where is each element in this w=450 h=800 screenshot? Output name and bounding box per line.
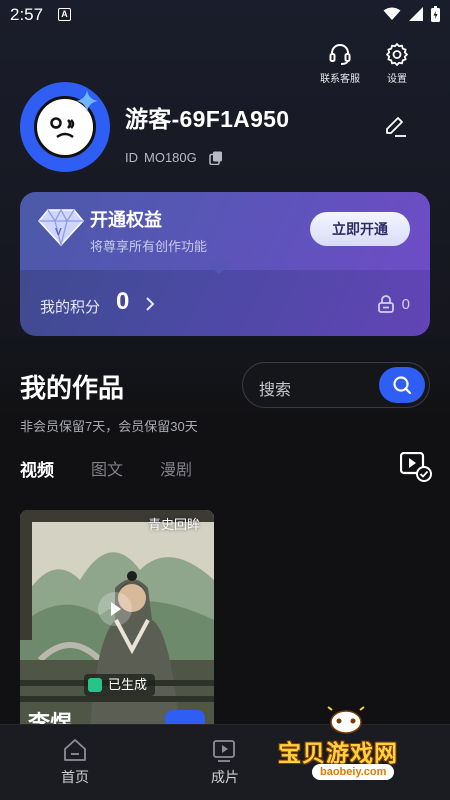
user-id: ID MO180G	[125, 150, 223, 165]
retention-note: 非会员保留7天，会员保留30天	[20, 419, 198, 434]
chevron-right-icon[interactable]	[144, 297, 156, 311]
generated-status-label: 已生成	[108, 677, 148, 692]
diamond-icon: V	[38, 208, 84, 246]
lock-icon	[377, 295, 394, 313]
tab-video[interactable]: 视频	[20, 456, 54, 481]
watermark: 宝贝游戏网 baobeiy.com	[272, 706, 422, 786]
open-membership-button[interactable]: 立即开通	[310, 212, 410, 246]
search-input[interactable]: 搜索	[259, 376, 291, 400]
work-theme-tag: 青史回眸	[147, 517, 200, 532]
play-triangle-icon	[111, 602, 121, 616]
profile-screen: 2:57 A 联系客服 设置 游客-69F1A950 ID MO180G V 开…	[0, 0, 450, 800]
user-id-prefix: ID	[125, 150, 138, 165]
signal-icon	[409, 7, 423, 21]
customer-service-button[interactable]: 联系客服	[310, 42, 370, 85]
gear-icon	[386, 43, 408, 66]
copy-icon[interactable]	[209, 151, 223, 165]
locked-points-value: 0	[401, 295, 410, 313]
membership-subtitle: 将尊享所有创作功能	[90, 239, 208, 254]
membership-card[interactable]: V 开通权益 将尊享所有创作功能 立即开通 我的积分 0 0	[20, 192, 430, 336]
avatar[interactable]	[20, 82, 110, 172]
video-file-icon	[213, 740, 235, 762]
status-time: 2:57	[10, 5, 44, 24]
search-bar[interactable]: 搜索	[242, 362, 430, 408]
battery-icon	[431, 6, 440, 22]
play-icon[interactable]	[98, 592, 132, 626]
nav-home[interactable]: 首页	[35, 737, 115, 787]
watermark-text: 宝贝游戏网	[278, 740, 398, 766]
my-works-title: 我的作品	[20, 373, 125, 403]
sparkle-icon	[76, 90, 98, 112]
username: 游客-69F1A950	[125, 106, 290, 132]
search-button[interactable]	[379, 367, 425, 403]
generated-status-badge: 已生成	[84, 674, 156, 696]
points-label[interactable]: 我的积分	[40, 296, 100, 317]
watermark-url: baobeiy.com	[312, 764, 395, 780]
status-icons	[383, 6, 440, 22]
edit-profile-icon[interactable]	[382, 114, 408, 140]
search-icon	[393, 376, 412, 395]
settings-label: 设置	[387, 74, 407, 85]
home-icon	[64, 739, 86, 761]
svg-text:V: V	[55, 227, 62, 238]
locked-points: 0	[377, 295, 410, 313]
membership-title: 开通权益	[90, 210, 162, 230]
wifi-icon	[383, 7, 401, 20]
video-check-icon[interactable]	[400, 452, 432, 482]
settings-button[interactable]: 设置	[367, 42, 427, 85]
points-value[interactable]: 0	[116, 288, 129, 316]
headset-icon	[329, 44, 351, 65]
works-tabs: 视频 图文 漫剧	[20, 456, 229, 481]
status-bar: 2:57 A	[0, 0, 450, 30]
card-notch	[205, 262, 233, 274]
work-card[interactable]: 青史回眸 已生成 李煜	[20, 510, 214, 730]
tab-image-text[interactable]: 图文	[91, 456, 123, 481]
check-icon	[88, 678, 102, 692]
customer-service-label: 联系客服	[320, 74, 360, 85]
nav-home-label: 首页	[61, 769, 89, 785]
nav-finished-videos[interactable]: 成片	[185, 737, 265, 787]
nav-finished-videos-label: 成片	[211, 769, 239, 785]
tab-comic-drama[interactable]: 漫剧	[160, 456, 192, 481]
gamepad-icon	[327, 706, 365, 734]
notification-icon: A	[58, 8, 71, 21]
user-id-value: MO180G	[144, 150, 197, 165]
